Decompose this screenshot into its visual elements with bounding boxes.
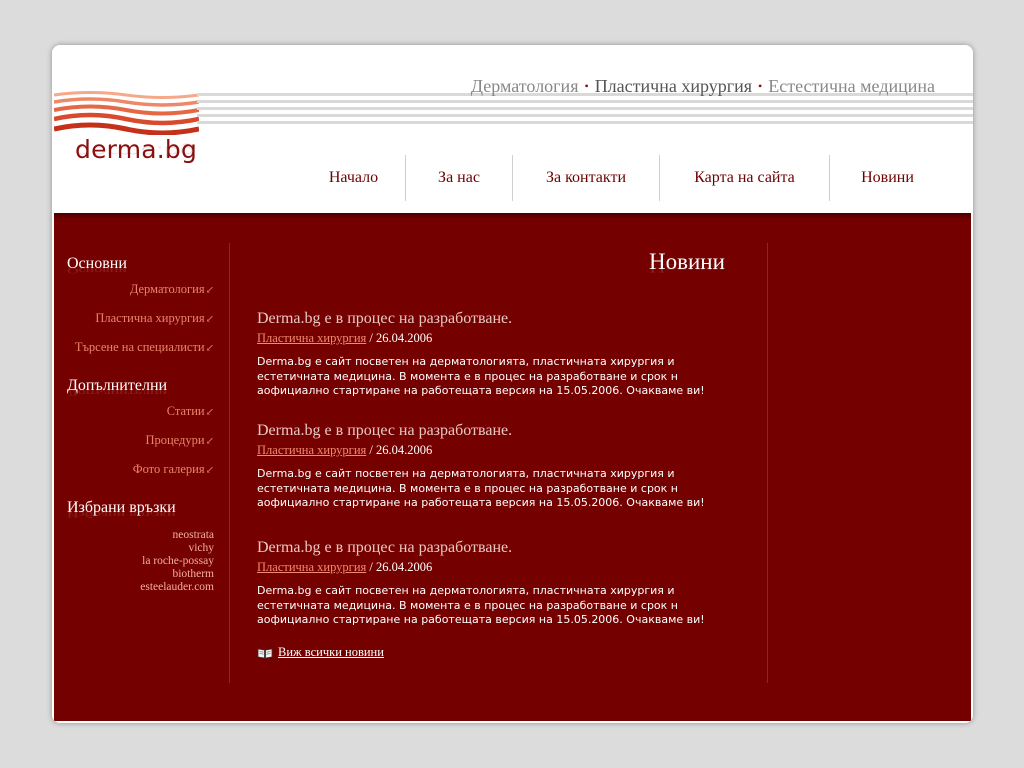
nav-news[interactable]: Новини	[830, 155, 945, 201]
arrow-down-left-icon: ↙	[205, 314, 214, 325]
page-frame: derma.bg derma.bg Дерматология • Пластична…	[52, 45, 973, 723]
book-icon	[257, 648, 273, 658]
favorite-link-la-roche-possay[interactable]: la roche-possay	[67, 555, 214, 568]
arrow-down-left-icon: ↙	[205, 407, 214, 418]
sidebar-heading-additional: Допълнителни Допълнителни	[67, 377, 168, 397]
tagline-bullet: •	[584, 79, 589, 93]
sidebar-heading-favorite-links: Избрани връзки Избрани връзки	[67, 499, 176, 519]
article-category-link[interactable]: Пластична хирургия	[257, 443, 366, 457]
content-shadow	[54, 213, 971, 219]
main-content: Основни Основни Дерматология↙ Пластична …	[54, 213, 971, 721]
sidebar-link-photo-gallery[interactable]: Фото галерия↙	[67, 462, 214, 491]
arrow-down-left-icon: ↙	[205, 436, 214, 447]
header: derma.bg derma.bg Дерматология • Пластична…	[52, 45, 973, 213]
favorite-link-vichy[interactable]: vichy	[67, 542, 214, 555]
tagline-aesthetic-medicine: Естестична медицина	[768, 76, 935, 96]
nav-home[interactable]: Начало	[302, 155, 405, 201]
favorite-link-esteelauder[interactable]: esteelauder.com	[67, 581, 214, 594]
article-category-link[interactable]: Пластична хирургия	[257, 560, 366, 574]
header-stripes	[197, 93, 973, 133]
article-meta: Пластична хирургия / 26.04.2006	[257, 331, 757, 346]
site-logo-reflection: derma.bg	[75, 143, 196, 159]
tagline: Дерматология • Пластична хирургия • Естестич…	[471, 76, 935, 97]
content-divider	[767, 243, 768, 683]
nav-sitemap[interactable]: Карта на сайта	[660, 155, 829, 201]
news-article: Derma.bg е в процес на разработване. Пла…	[257, 310, 757, 399]
sidebar-link-dermatology[interactable]: Дерматология↙	[67, 282, 214, 311]
article-title[interactable]: Derma.bg е в процес на разработване.	[257, 310, 757, 328]
page-title-reflection: Новини	[649, 261, 725, 275]
view-all-news-label: Виж всички новини	[278, 645, 384, 659]
news-article: Derma.bg е в процес на разработване. Пла…	[257, 422, 757, 511]
sidebar-divider	[229, 243, 230, 683]
arrow-down-left-icon: ↙	[205, 465, 214, 476]
sidebar: Основни Основни Дерматология↙ Пластична …	[67, 255, 214, 594]
top-navigation: Начало За нас За контакти Карта на сайта…	[302, 155, 945, 201]
sidebar-link-specialist-search[interactable]: Търсене на специалисти↙	[67, 340, 214, 369]
article-date: / 26.04.2006	[366, 331, 433, 345]
article-body: Derma.bg е сайт посветен на дерматология…	[257, 355, 705, 397]
article-body: Derma.bg е сайт посветен на дерматология…	[257, 467, 705, 509]
article-title[interactable]: Derma.bg е в процес на разработване.	[257, 422, 757, 440]
article-body: Derma.bg е сайт посветен на дерматология…	[257, 584, 705, 626]
logo-waves-graphic	[54, 91, 199, 135]
arrow-down-left-icon: ↙	[205, 343, 214, 354]
arrow-down-left-icon: ↙	[205, 285, 214, 296]
view-all-news-link[interactable]: Виж всички новини	[257, 645, 384, 660]
article-date: / 26.04.2006	[366, 443, 433, 457]
favorite-link-neostrata[interactable]: neostrata	[67, 529, 214, 542]
page-title: Новини Новини	[649, 249, 725, 275]
nav-about[interactable]: За нас	[406, 155, 512, 201]
sidebar-link-plastic-surgery[interactable]: Пластична хирургия↙	[67, 311, 214, 340]
article-title[interactable]: Derma.bg е в процес на разработване.	[257, 539, 757, 557]
article-category-link[interactable]: Пластична хирургия	[257, 331, 366, 345]
article-meta: Пластична хирургия / 26.04.2006	[257, 560, 757, 575]
tagline-plastic-surgery: Пластична хирургия	[594, 76, 753, 96]
tagline-bullet: •	[758, 79, 763, 93]
nav-contacts[interactable]: За контакти	[513, 155, 659, 201]
sidebar-link-procedures[interactable]: Процедури↙	[67, 433, 214, 462]
tagline-dermatology: Дерматология	[470, 76, 579, 96]
sidebar-heading-main: Основни Основни	[67, 255, 127, 275]
favorite-link-biotherm[interactable]: biotherm	[67, 568, 214, 581]
news-article: Derma.bg е в процес на разработване. Пла…	[257, 539, 757, 628]
article-meta: Пластична хирургия / 26.04.2006	[257, 443, 757, 458]
sidebar-link-articles[interactable]: Статии↙	[67, 404, 214, 433]
article-date: / 26.04.2006	[366, 560, 433, 574]
